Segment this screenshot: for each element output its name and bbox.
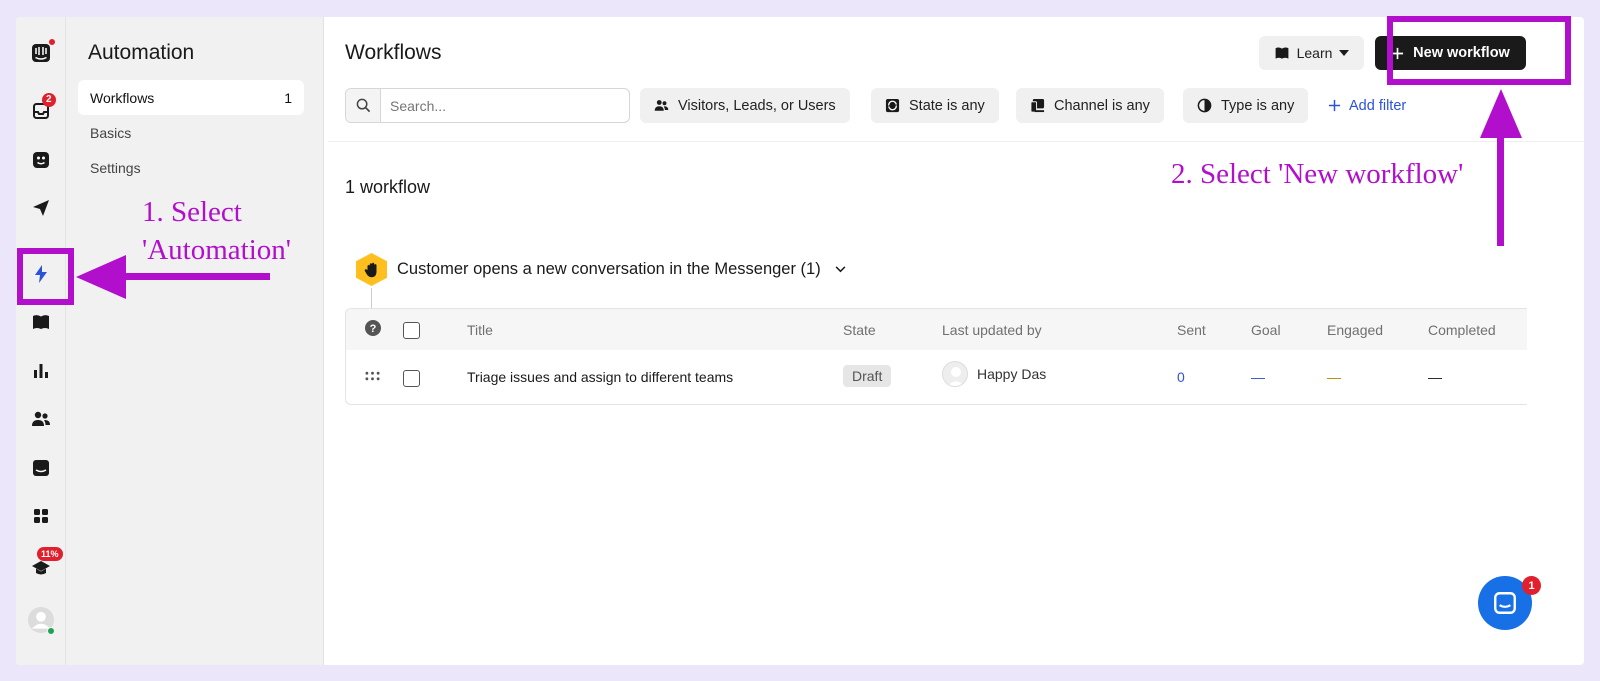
plus-icon — [1328, 99, 1341, 112]
row-goal: — — [1251, 369, 1265, 385]
column-header-completed[interactable]: Completed — [1428, 322, 1496, 338]
column-header-goal[interactable]: Goal — [1251, 322, 1281, 338]
automation-nav: Automation Workflows 1 Basics Settings — [66, 17, 324, 665]
row-title[interactable]: Triage issues and assign to different te… — [467, 369, 733, 385]
divider — [328, 141, 1584, 142]
nav-item-count: 1 — [284, 89, 292, 106]
notification-dot — [49, 39, 55, 45]
nav-item-label: Workflows — [90, 89, 155, 106]
row-completed: — — [1428, 369, 1442, 385]
nav-item-workflows[interactable]: Workflows 1 — [78, 80, 304, 115]
outbound-icon[interactable] — [27, 194, 55, 222]
nav-item-basics[interactable]: Basics — [78, 115, 304, 150]
svg-text:?: ? — [370, 323, 377, 335]
academy-badge: 11% — [37, 547, 63, 561]
channel-filter-label: Channel is any — [1054, 97, 1150, 114]
fin-bot-icon[interactable] — [27, 146, 55, 174]
messenger-settings-icon[interactable] — [27, 454, 55, 482]
nav-item-label: Settings — [90, 159, 141, 176]
search-input[interactable] — [381, 97, 621, 114]
add-filter-label: Add filter — [1349, 97, 1407, 114]
status-badge: Draft — [843, 365, 892, 387]
drag-handle-icon[interactable] — [365, 371, 380, 381]
channel-icon — [1030, 98, 1045, 113]
row-engaged: — — [1327, 369, 1341, 385]
contrast-icon — [1197, 98, 1212, 113]
knowledge-icon[interactable] — [27, 308, 55, 336]
logo-icon[interactable] — [27, 39, 55, 67]
state-filter[interactable]: State is any — [871, 88, 999, 123]
state-filter-label: State is any — [909, 97, 985, 114]
people-icon — [654, 100, 669, 111]
learn-label: Learn — [1296, 45, 1333, 61]
inbox-icon[interactable]: 2 — [27, 93, 56, 125]
wave-hand-icon — [356, 253, 387, 286]
trigger-label: Customer opens a new conversation in the… — [397, 260, 821, 278]
search-box — [345, 88, 630, 123]
channel-filter[interactable]: Channel is any — [1016, 88, 1164, 123]
connector-line — [371, 288, 372, 308]
state-icon — [885, 98, 900, 113]
nav-item-label: Basics — [90, 124, 132, 141]
row-updated-by: Happy Das — [977, 366, 1047, 382]
new-workflow-highlight-box — [1387, 16, 1571, 85]
column-header-sent[interactable]: Sent — [1177, 322, 1206, 338]
book-icon — [1275, 47, 1288, 59]
audience-filter-label: Visitors, Leads, or Users — [678, 97, 836, 114]
page-title: Workflows — [345, 41, 442, 64]
column-header-last-updated[interactable]: Last updated by — [942, 322, 1042, 338]
column-header-state[interactable]: State — [843, 322, 876, 338]
nav-title: Automation — [88, 41, 195, 64]
learn-button[interactable]: Learn — [1259, 36, 1364, 70]
messenger-badge: 1 — [1522, 576, 1541, 595]
nav-item-settings[interactable]: Settings — [78, 150, 304, 185]
reports-icon[interactable] — [27, 357, 55, 385]
trigger-group-header[interactable]: Customer opens a new conversation in the… — [356, 253, 846, 286]
icon-rail: 2 11% — [16, 17, 66, 665]
contacts-icon[interactable] — [27, 405, 55, 433]
annotation-step1: 1. Select 'Automation' — [142, 193, 291, 269]
apps-icon[interactable] — [27, 502, 55, 530]
main-content: Workflows Learn New workflow Visitors, L… — [324, 17, 1584, 665]
column-header-title[interactable]: Title — [467, 322, 493, 338]
avatar — [942, 361, 968, 387]
row-sent[interactable]: 0 — [1177, 369, 1185, 385]
column-header-engaged[interactable]: Engaged — [1327, 322, 1383, 338]
workflow-table: ? Title State Last updated by Sent Goal … — [345, 308, 1527, 405]
automation-highlight-box — [17, 248, 74, 305]
annotation-step1-line2: 'Automation' — [142, 234, 291, 266]
inbox-badge: 2 — [42, 93, 56, 107]
profile-avatar[interactable] — [27, 606, 55, 635]
audience-filter[interactable]: Visitors, Leads, or Users — [640, 88, 850, 123]
caret-down-icon — [1339, 50, 1350, 56]
row-checkbox[interactable] — [403, 370, 420, 387]
app-window: 2 11% Automation Workflows 1 Basics Sett… — [16, 17, 1584, 665]
type-filter-label: Type is any — [1221, 97, 1295, 114]
annotation-step2: 2. Select 'New workflow' — [1171, 158, 1464, 190]
online-status-dot — [47, 627, 55, 635]
add-filter-button[interactable]: Add filter — [1328, 88, 1406, 123]
chat-icon — [1494, 592, 1516, 614]
academy-icon[interactable]: 11% — [27, 547, 63, 582]
search-icon — [346, 89, 381, 122]
select-all-checkbox[interactable] — [403, 322, 420, 339]
chevron-down-icon — [835, 266, 846, 273]
workflow-count: 1 workflow — [345, 177, 431, 197]
annotation-step1-line1: 1. Select — [142, 196, 242, 228]
help-icon[interactable]: ? — [365, 320, 381, 336]
type-filter[interactable]: Type is any — [1183, 88, 1309, 123]
